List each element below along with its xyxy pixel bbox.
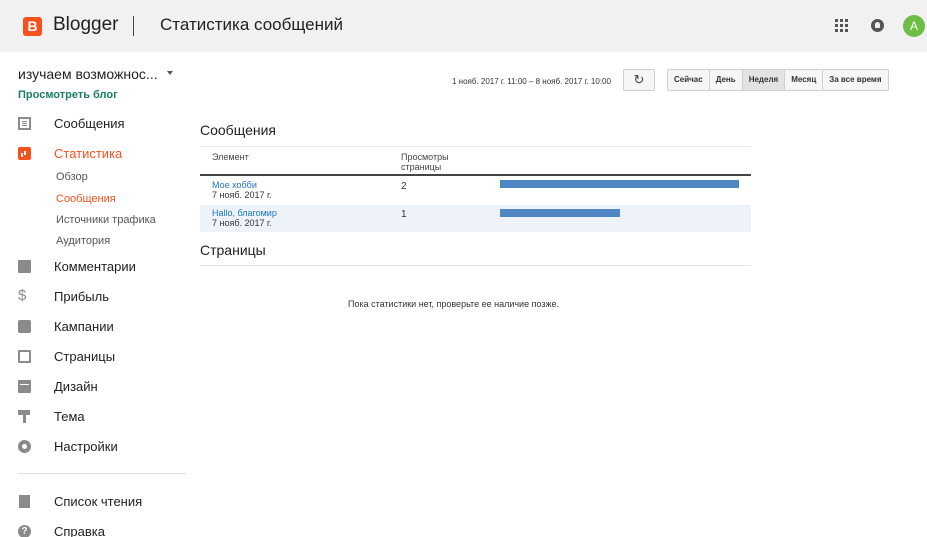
post-views: 1	[401, 209, 407, 220]
gear-icon	[18, 440, 31, 453]
sidebar-item-label: Тема	[54, 409, 85, 424]
sidebar-item-pages[interactable]: Страницы	[18, 347, 188, 367]
sidebar-item-comments[interactable]: Комментарии	[18, 257, 188, 277]
sidebar-subitem-overview[interactable]: Обзор	[56, 171, 88, 183]
sidebar-item-label: Статистика	[54, 146, 123, 161]
top-app-bar: B Blogger Статистика сообщений A	[0, 0, 927, 52]
comment-icon	[18, 260, 31, 273]
sidebar-item-label: Страницы	[54, 349, 116, 364]
pages-section-title: Страницы	[200, 242, 266, 258]
column-header-element: Элемент	[212, 152, 249, 162]
range-week-button[interactable]: Неделя	[742, 70, 786, 90]
theme-icon	[18, 410, 31, 423]
table-header-divider	[200, 174, 751, 176]
sidebar-item-label: Справка	[54, 524, 105, 537]
post-date: 7 нояб. 2017 г.	[212, 218, 272, 228]
apps-grid-icon[interactable]	[835, 19, 848, 32]
pages-icon	[18, 350, 31, 363]
table-row: Мое хобби 7 нояб. 2017 г. 2	[200, 177, 751, 204]
chevron-down-icon[interactable]	[167, 71, 173, 75]
range-month-button[interactable]: Месяц	[785, 70, 824, 90]
page-title: Статистика сообщений	[160, 15, 343, 34]
range-day-button[interactable]: День	[710, 70, 743, 90]
table-top-divider	[200, 146, 751, 147]
post-views: 2	[401, 181, 407, 192]
sidebar-item-label: Дизайн	[54, 379, 98, 394]
range-all-time-button[interactable]: За все время	[823, 70, 887, 90]
post-title-link[interactable]: Мое хобби	[212, 180, 257, 190]
sidebar-item-label: Сообщения	[54, 116, 125, 131]
blogger-logo-icon[interactable]: B	[23, 17, 42, 36]
notifications-icon[interactable]	[871, 19, 884, 32]
sidebar-item-layout[interactable]: Дизайн	[18, 377, 188, 397]
avatar[interactable]: A	[903, 15, 925, 37]
sidebar-item-label: Комментарии	[54, 259, 136, 274]
post-date: 7 нояб. 2017 г.	[212, 190, 272, 200]
empty-message-text: Пока статистики нет, проверьте ее наличи…	[347, 299, 560, 309]
table-row: Hallo, благомир 7 нояб. 2017 г. 1	[200, 205, 751, 232]
sidebar-item-stats[interactable]: Статистика	[18, 144, 188, 164]
sidebar-item-campaigns[interactable]: Кампании	[18, 317, 188, 337]
date-range-label: 1 нояб. 2017 г. 11:00 – 8 нояб. 2017 г. …	[452, 77, 611, 86]
sidebar-item-theme[interactable]: Тема	[18, 407, 188, 427]
column-header-views: Просмотры	[401, 152, 449, 162]
campaigns-icon	[18, 320, 31, 333]
sidebar-divider	[18, 473, 186, 474]
view-blog-link[interactable]: Просмотреть блог	[18, 89, 118, 101]
bookmark-icon	[19, 495, 30, 508]
refresh-button[interactable]: ↻	[623, 69, 655, 91]
stats-icon	[18, 147, 31, 160]
column-header-views-sub: страницы	[401, 162, 442, 172]
sidebar-item-label: Настройки	[54, 439, 118, 454]
range-button-group: Сейчас День Неделя Месяц За все время	[667, 69, 889, 91]
views-bar	[500, 180, 739, 188]
help-icon: ?	[18, 525, 31, 537]
sidebar-item-posts[interactable]: Сообщения	[18, 114, 188, 134]
app-name[interactable]: Blogger	[53, 14, 119, 36]
posts-icon	[18, 117, 31, 130]
sidebar-item-label: Список чтения	[54, 494, 143, 509]
blog-selector[interactable]: изучаем возможнос...	[18, 66, 158, 82]
sidebar-subitem-audience[interactable]: Аудитория	[56, 235, 110, 247]
sidebar-subitem-traffic-sources[interactable]: Источники трафика	[56, 214, 156, 226]
sidebar-subitem-posts[interactable]: Сообщения	[56, 193, 116, 205]
posts-section-title: Сообщения	[200, 122, 276, 138]
views-bar	[500, 209, 620, 217]
sidebar-item-help[interactable]: ? Справка	[18, 522, 188, 537]
empty-message: Пока статистики нет, проверьте ее наличи…	[0, 299, 927, 309]
pages-divider	[200, 265, 751, 266]
post-title-link[interactable]: Hallo, благомир	[212, 208, 277, 218]
layout-icon	[18, 380, 31, 393]
sidebar-item-reading-list[interactable]: Список чтения	[18, 492, 188, 512]
sidebar-item-label: Кампании	[54, 319, 114, 334]
sidebar-item-settings[interactable]: Настройки	[18, 437, 188, 457]
range-now-button[interactable]: Сейчас	[668, 70, 710, 90]
header-divider	[133, 16, 134, 36]
